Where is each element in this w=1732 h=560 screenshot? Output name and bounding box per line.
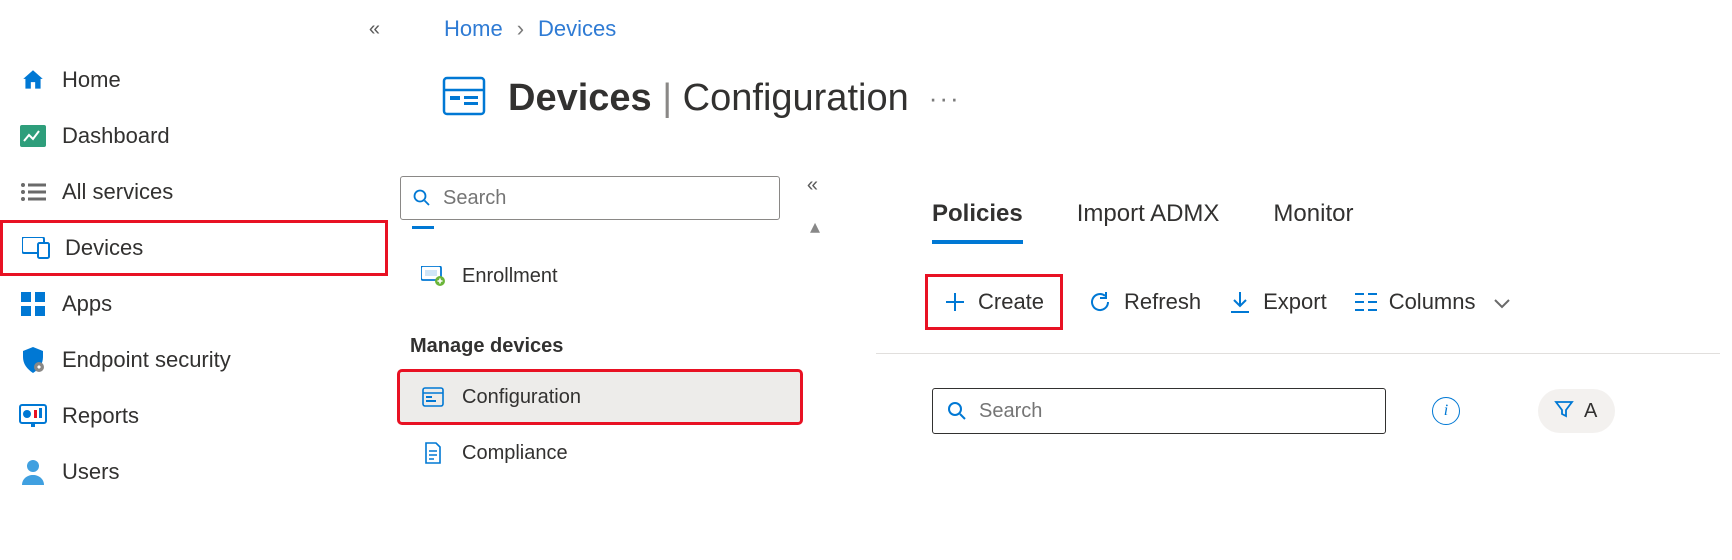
subnav-search[interactable] xyxy=(400,176,780,220)
nav-item-users[interactable]: Users xyxy=(0,444,388,500)
nav-label: Devices xyxy=(65,235,143,261)
tab-label: Import ADMX xyxy=(1077,200,1220,227)
search-underline xyxy=(412,226,434,229)
plus-icon xyxy=(944,291,966,313)
compliance-icon xyxy=(420,440,446,466)
apps-icon xyxy=(18,290,48,318)
collapse-subnav-icon[interactable]: « xyxy=(807,174,818,197)
tab-bar: Policies Import ADMX Monitor xyxy=(876,190,1720,243)
nav-item-all-services[interactable]: All services xyxy=(0,164,388,220)
nav-label: Users xyxy=(62,459,119,485)
page-title-rest: Configuration xyxy=(683,77,909,119)
page-title-separator: | xyxy=(652,77,683,119)
subnav-label: Enrollment xyxy=(462,265,558,288)
subnav-item-compliance[interactable]: Compliance xyxy=(400,428,800,478)
nav-label: Endpoint security xyxy=(62,347,231,373)
columns-button[interactable]: Columns xyxy=(1355,289,1510,315)
subnav-item-configuration[interactable]: Configuration xyxy=(400,372,800,422)
home-icon xyxy=(18,66,48,94)
button-label: Create xyxy=(978,289,1044,315)
user-icon xyxy=(18,458,48,486)
tab-label: Policies xyxy=(932,200,1023,227)
columns-icon xyxy=(1355,292,1377,312)
nav-item-reports[interactable]: Reports xyxy=(0,388,388,444)
scroll-up-icon[interactable]: ▴ xyxy=(810,214,820,239)
subnav-label: Configuration xyxy=(462,386,581,409)
info-button[interactable]: i xyxy=(1432,397,1460,425)
page-title-icon xyxy=(440,72,488,125)
nav-item-home[interactable]: Home xyxy=(0,52,388,108)
devices-icon xyxy=(21,234,51,262)
create-button[interactable]: Create xyxy=(928,277,1060,327)
tab-monitor[interactable]: Monitor xyxy=(1273,190,1353,242)
export-button[interactable]: Export xyxy=(1229,289,1327,315)
policies-search[interactable] xyxy=(932,388,1386,434)
shield-icon xyxy=(18,346,48,374)
policies-search-input[interactable] xyxy=(977,399,1371,424)
refresh-button[interactable]: Refresh xyxy=(1088,289,1201,315)
list-icon xyxy=(18,178,48,206)
subnav-label: Compliance xyxy=(462,442,568,465)
nav-label: All services xyxy=(62,179,173,205)
breadcrumb-devices[interactable]: Devices xyxy=(538,16,616,42)
nav-label: Home xyxy=(62,67,121,93)
breadcrumb-separator-icon: › xyxy=(517,16,524,42)
primary-nav: « Home Dashboard All services Devices xyxy=(0,0,388,560)
chevron-down-icon xyxy=(1494,289,1510,315)
search-icon xyxy=(947,401,967,421)
configuration-icon xyxy=(420,384,446,410)
button-label: Export xyxy=(1263,289,1327,315)
dashboard-icon xyxy=(18,122,48,150)
subnav-section-manage-devices: Manage devices xyxy=(388,307,824,366)
subnav-search-input[interactable] xyxy=(441,186,767,211)
search-icon xyxy=(413,189,431,207)
breadcrumb-home[interactable]: Home xyxy=(444,16,503,42)
reports-icon xyxy=(18,402,48,430)
subnav-item-enrollment[interactable]: Enrollment xyxy=(400,251,800,301)
nav-item-apps[interactable]: Apps xyxy=(0,276,388,332)
button-label: Refresh xyxy=(1124,289,1201,315)
filter-button[interactable]: A xyxy=(1538,389,1615,433)
collapse-nav-icon[interactable]: « xyxy=(369,18,380,41)
nav-item-dashboard[interactable]: Dashboard xyxy=(0,108,388,164)
button-label: Columns xyxy=(1389,289,1476,315)
tab-policies[interactable]: Policies xyxy=(932,190,1023,242)
refresh-icon xyxy=(1088,290,1112,314)
download-icon xyxy=(1229,290,1251,314)
page-title-strong: Devices xyxy=(508,77,652,119)
nav-item-devices[interactable]: Devices xyxy=(0,220,388,276)
enrollment-icon xyxy=(420,263,446,289)
more-actions-button[interactable]: ··· xyxy=(929,83,961,114)
filter-icon xyxy=(1554,399,1574,424)
nav-label: Reports xyxy=(62,403,139,429)
main-content: Policies Import ADMX Monitor Create Refr… xyxy=(876,190,1732,560)
nav-item-endpoint-security[interactable]: Endpoint security xyxy=(0,332,388,388)
tab-label: Monitor xyxy=(1273,200,1353,227)
toolbar: Create Refresh Export Columns xyxy=(876,243,1720,354)
page-title: Devices | Configuration xyxy=(508,77,909,120)
nav-label: Dashboard xyxy=(62,123,170,149)
tab-import-admx[interactable]: Import ADMX xyxy=(1077,190,1220,242)
filter-label: A xyxy=(1584,400,1597,423)
nav-label: Apps xyxy=(62,291,112,317)
